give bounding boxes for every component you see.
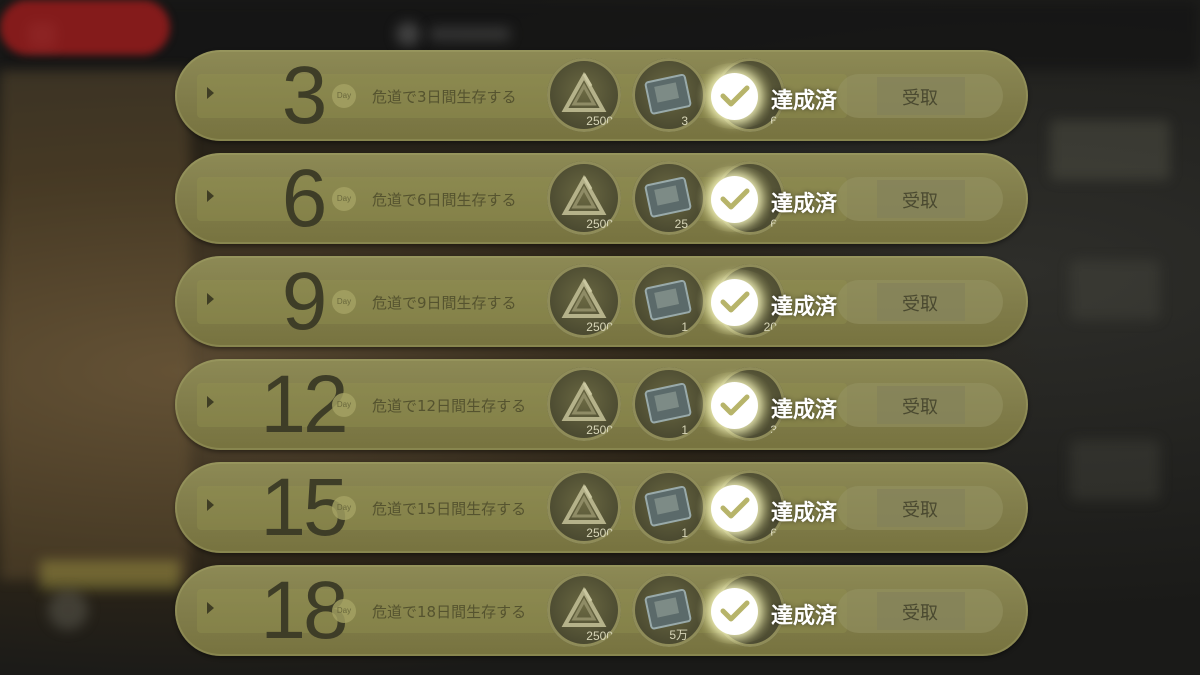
check-icon xyxy=(711,73,758,120)
mission-description: 危道で12日間生存する xyxy=(372,397,527,415)
day-number: 18 xyxy=(260,565,348,656)
claim-button-label: 受取 xyxy=(902,191,938,212)
reward-count: 25 xyxy=(674,217,688,231)
emblem-logo-icon xyxy=(561,175,607,215)
reward-emblem-coin[interactable]: 2500 xyxy=(547,264,621,338)
reward-count: 3 xyxy=(770,423,777,437)
reward-count: 1 xyxy=(681,423,688,437)
mission-row: 6 Day 危道で6日間生存する 2500 25 6 達成済 受取 xyxy=(175,153,1028,244)
day-badge: Day xyxy=(332,393,356,417)
reward-count: 5万 xyxy=(669,628,688,642)
day-badge: Day xyxy=(332,496,356,520)
expand-arrow-icon[interactable] xyxy=(207,602,214,614)
expand-arrow-icon[interactable] xyxy=(207,396,214,408)
reward-count: 6 xyxy=(770,114,777,128)
background-left-strip xyxy=(40,560,180,590)
emblem-logo-icon xyxy=(561,278,607,318)
reward-count: 2500 xyxy=(586,217,613,231)
day-number: 6 xyxy=(281,153,328,244)
background-currency-icon xyxy=(396,22,420,46)
mission-row: 9 Day 危道で9日間生存する 2500 1 20 達成済 受取 xyxy=(175,256,1028,347)
mission-description: 危道で6日間生存する xyxy=(372,191,517,209)
check-icon xyxy=(711,485,758,532)
check-icon xyxy=(711,382,758,429)
item-box-icon xyxy=(644,279,692,321)
claim-button-label: 受取 xyxy=(902,500,938,521)
mission-row: 15 Day 危道で15日間生存する 2500 1 6 達成済 受取 xyxy=(175,462,1028,553)
day-number: 15 xyxy=(260,462,348,553)
claim-button-label: 受取 xyxy=(902,88,938,109)
day-number: 3 xyxy=(281,50,328,141)
reward-emblem-coin[interactable]: 2500 xyxy=(547,367,621,441)
emblem-logo-icon xyxy=(561,587,607,627)
expand-arrow-icon[interactable] xyxy=(207,293,214,305)
claim-button[interactable]: 受取 xyxy=(837,589,1003,633)
emblem-logo-icon xyxy=(561,72,607,112)
background-left-panel xyxy=(0,70,190,580)
reward-emblem-coin[interactable]: 2500 xyxy=(547,161,621,235)
day-badge: Day xyxy=(332,84,356,108)
claim-button-label: 受取 xyxy=(902,294,938,315)
claim-button[interactable]: 受取 xyxy=(837,383,1003,427)
day-number: 12 xyxy=(260,359,348,450)
background-red-button xyxy=(0,0,170,55)
reward-emblem-coin[interactable]: 2500 xyxy=(547,58,621,132)
reward-count: 1 xyxy=(681,320,688,334)
reward-count: 2500 xyxy=(586,629,613,643)
day-badge: Day xyxy=(332,290,356,314)
emblem-logo-icon xyxy=(561,381,607,421)
claim-button-label: 受取 xyxy=(902,603,938,624)
reward-emblem-coin[interactable]: 2500 xyxy=(547,573,621,647)
reward-count: 1 xyxy=(681,526,688,540)
expand-arrow-icon[interactable] xyxy=(207,499,214,511)
check-icon xyxy=(711,176,758,223)
reward-count: 6 xyxy=(770,217,777,231)
claim-button-label: 受取 xyxy=(902,397,938,418)
background-right-item xyxy=(1070,260,1160,320)
background-right-item xyxy=(1070,440,1160,500)
reward-emblem-coin[interactable]: 2500 xyxy=(547,470,621,544)
day-badge: Day xyxy=(332,187,356,211)
reward-count: 2500 xyxy=(586,526,613,540)
claim-button[interactable]: 受取 xyxy=(837,280,1003,324)
claim-button[interactable]: 受取 xyxy=(837,177,1003,221)
day-number: 9 xyxy=(281,256,328,347)
emblem-logo-icon xyxy=(561,484,607,524)
mission-description: 危道で18日間生存する xyxy=(372,603,527,621)
completed-status: 達成済 xyxy=(771,604,838,629)
item-box-icon xyxy=(644,485,692,527)
background-right-panel xyxy=(1050,120,1170,180)
reward-count: 3 xyxy=(681,114,688,128)
reward-count: 2500 xyxy=(586,114,613,128)
completed-status: 達成済 xyxy=(771,501,838,526)
mission-description: 危道で3日間生存する xyxy=(372,88,517,106)
completed-status: 達成済 xyxy=(771,398,838,423)
item-box-icon xyxy=(644,176,692,218)
background-title-blur xyxy=(430,27,510,41)
expand-arrow-icon[interactable] xyxy=(207,190,214,202)
mission-row: 3 Day 危道で3日間生存する 2500 3 6 達成済 受取 xyxy=(175,50,1028,141)
claim-button[interactable]: 受取 xyxy=(837,74,1003,118)
completed-status: 達成済 xyxy=(771,192,838,217)
item-box-icon xyxy=(644,73,692,115)
reward-count: 2500 xyxy=(586,320,613,334)
check-icon xyxy=(711,588,758,635)
claim-button[interactable]: 受取 xyxy=(837,486,1003,530)
background-left-avatar xyxy=(48,590,88,630)
mission-row: 12 Day 危道で12日間生存する 2500 1 3 達成済 受取 xyxy=(175,359,1028,450)
completed-status: 達成済 xyxy=(771,89,838,114)
completed-status: 達成済 xyxy=(771,295,838,320)
expand-arrow-icon[interactable] xyxy=(207,87,214,99)
day-badge: Day xyxy=(332,599,356,623)
item-box-icon xyxy=(644,382,692,424)
check-icon xyxy=(711,279,758,326)
mission-description: 危道で9日間生存する xyxy=(372,294,517,312)
reward-count: 2500 xyxy=(586,423,613,437)
mission-row: 18 Day 危道で18日間生存する 2500 5万 達成済 受取 xyxy=(175,565,1028,656)
mission-description: 危道で15日間生存する xyxy=(372,500,527,518)
mission-list: 3 Day 危道で3日間生存する 2500 3 6 達成済 受取 6 Day 危… xyxy=(175,50,1030,668)
reward-count: 6 xyxy=(770,526,777,540)
